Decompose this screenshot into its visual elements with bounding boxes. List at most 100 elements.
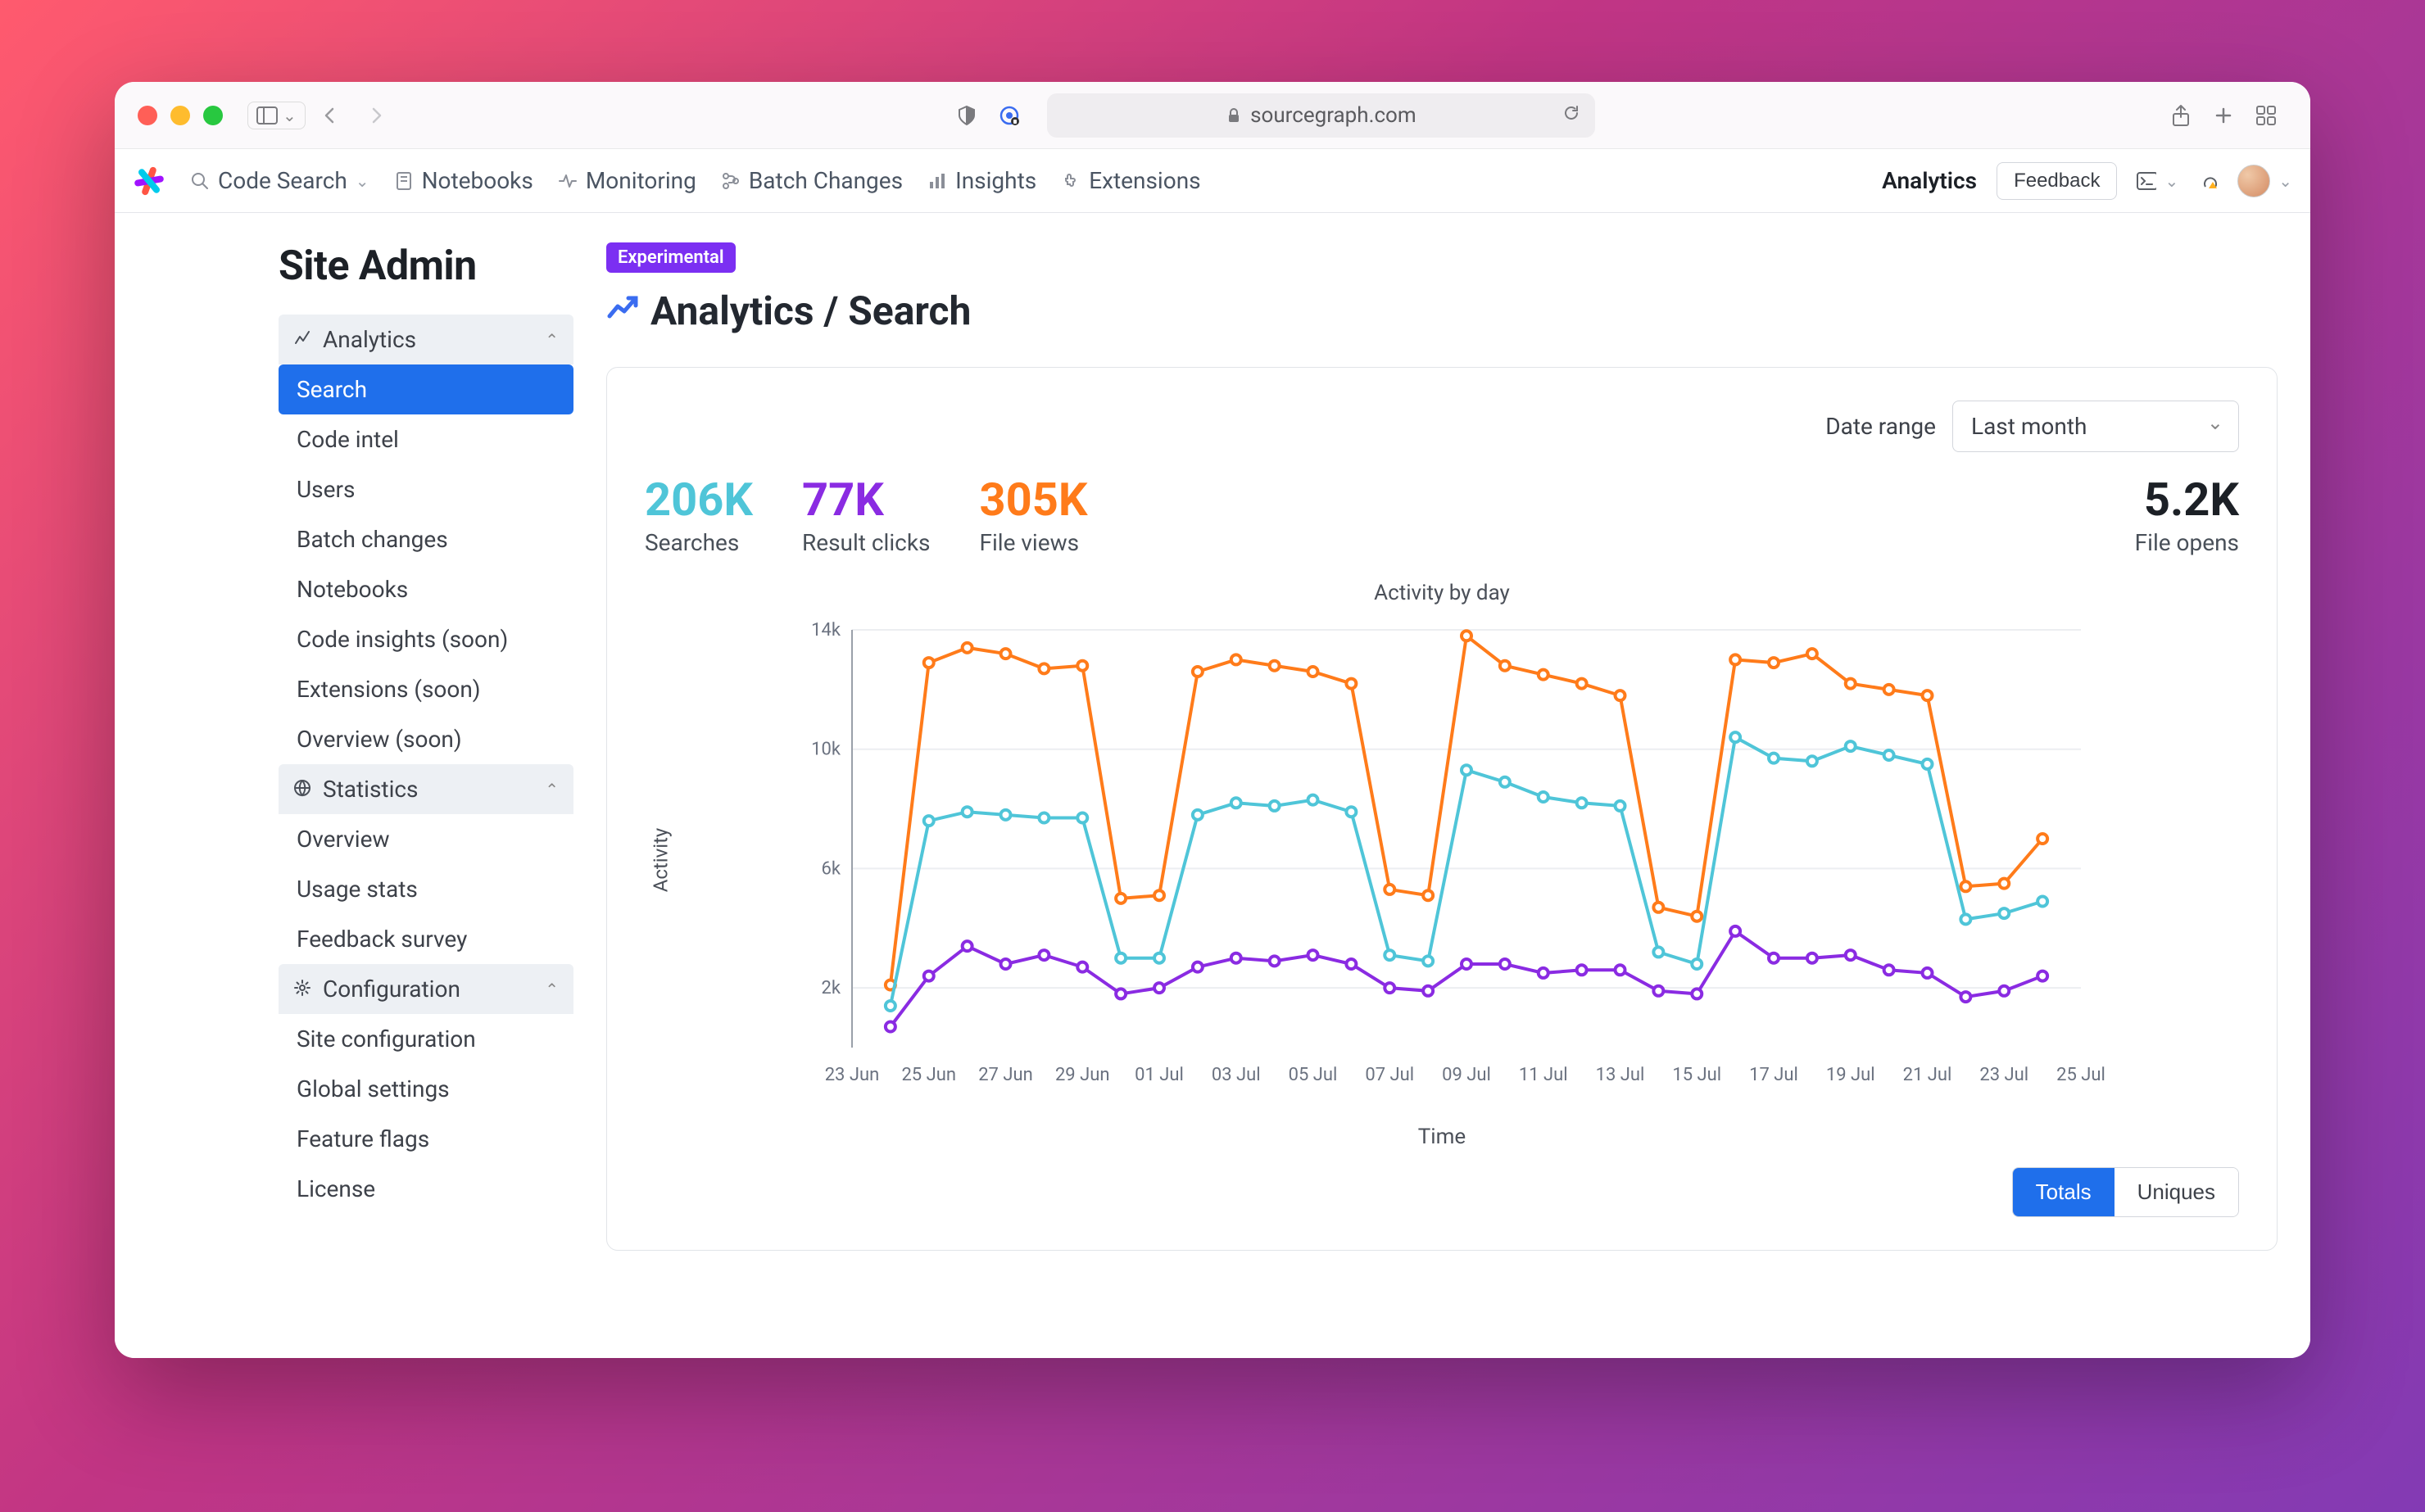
zoom-window-icon[interactable]: [203, 106, 223, 125]
sidebar-section-configuration[interactable]: Configuration⌃: [279, 964, 573, 1014]
main-content: Experimental Analytics / Search Date ran…: [573, 213, 2310, 1358]
new-tab-icon[interactable]: [2209, 101, 2238, 130]
sidebar-item-extensions-soon-[interactable]: Extensions (soon): [279, 664, 573, 714]
nav-batch-changes[interactable]: Batch Changes: [721, 167, 903, 194]
sidebar-toggle[interactable]: ⌄: [247, 102, 306, 129]
svg-text:15 Jul: 15 Jul: [1672, 1065, 1721, 1085]
privacy-report-icon[interactable]: [995, 101, 1024, 130]
address-bar[interactable]: sourcegraph.com: [1047, 93, 1595, 138]
share-icon[interactable]: [2166, 101, 2196, 130]
svg-text:13 Jul: 13 Jul: [1596, 1065, 1645, 1085]
sidebar-item-users[interactable]: Users: [279, 464, 573, 514]
svg-text:21 Jul: 21 Jul: [1903, 1065, 1952, 1085]
sidebar-item-overview[interactable]: Overview: [279, 814, 573, 864]
user-menu[interactable]: ⌄: [2237, 165, 2292, 197]
site-admin-title: Site Admin: [279, 242, 573, 290]
svg-text:01 Jul: 01 Jul: [1135, 1065, 1184, 1085]
nav-notebooks[interactable]: Notebooks: [394, 167, 533, 194]
section-icon: [293, 976, 311, 1003]
sidebar-item-global-settings[interactable]: Global settings: [279, 1064, 573, 1114]
experimental-badge: Experimental: [606, 242, 736, 273]
cloud-status[interactable]: [2198, 171, 2218, 191]
sidebar-item-code-insights-soon-[interactable]: Code insights (soon): [279, 614, 573, 664]
svg-text:11 Jul: 11 Jul: [1519, 1065, 1568, 1085]
nav-analytics-link[interactable]: Analytics: [1882, 167, 1977, 194]
page-heading: Analytics / Search: [606, 287, 2278, 334]
x-axis-label: Time: [645, 1125, 2239, 1149]
date-range-select[interactable]: Last month: [1952, 401, 2239, 452]
chevron-down-icon: ⌄: [356, 171, 369, 191]
section-icon: [293, 776, 311, 803]
svg-text:05 Jul: 05 Jul: [1289, 1065, 1338, 1085]
reload-icon[interactable]: [1562, 103, 1580, 128]
stat-file-opens: 5.2KFile opens: [2135, 477, 2239, 556]
y-axis-label: Activity: [649, 828, 672, 893]
stat-result-clicks: 77KResult clicks: [802, 477, 930, 556]
puzzle-icon: [1061, 171, 1081, 191]
chevron-down-icon: ⌄: [2164, 171, 2178, 191]
minimize-window-icon[interactable]: [170, 106, 190, 125]
svg-text:23 Jun: 23 Jun: [825, 1065, 880, 1085]
window-controls: [138, 106, 223, 125]
analytics-card: Date range Last month 206KSearches 77KRe…: [606, 367, 2278, 1251]
cloud-warning-icon: [2198, 171, 2218, 191]
tabs-icon[interactable]: [2251, 101, 2281, 130]
svg-text:09 Jul: 09 Jul: [1442, 1065, 1491, 1085]
stat-searches: 206KSearches: [645, 477, 753, 556]
notebook-icon: [394, 171, 414, 191]
sidebar-item-overview-soon-[interactable]: Overview (soon): [279, 714, 573, 764]
svg-text:29 Jun: 29 Jun: [1055, 1065, 1110, 1085]
sidebar-item-usage-stats[interactable]: Usage stats: [279, 864, 573, 914]
svg-text:19 Jul: 19 Jul: [1826, 1065, 1875, 1085]
batch-icon: [721, 171, 741, 191]
browser-window: ⌄ sourcegraph.com Code Search⌄ Notebooks…: [115, 82, 2310, 1358]
monitor-icon: [558, 171, 578, 191]
summary-stats: 206KSearches 77KResult clicks 305KFile v…: [645, 477, 2239, 556]
uniques-button[interactable]: Uniques: [2115, 1168, 2238, 1216]
nav-extensions[interactable]: Extensions: [1061, 167, 1200, 194]
sidebar-item-feedback-survey[interactable]: Feedback survey: [279, 914, 573, 964]
svg-text:07 Jul: 07 Jul: [1365, 1065, 1414, 1085]
terminal-icon: [2137, 171, 2156, 191]
sidebar-item-notebooks[interactable]: Notebooks: [279, 564, 573, 614]
lock-icon: [1226, 107, 1242, 124]
back-button[interactable]: [315, 101, 345, 130]
trend-icon: [606, 287, 639, 334]
nav-monitoring[interactable]: Monitoring: [558, 167, 696, 194]
nav-code-search[interactable]: Code Search⌄: [190, 167, 369, 194]
date-range-label: Date range: [1825, 413, 1936, 440]
chevron-up-icon: ⌃: [545, 330, 559, 350]
terminal-menu[interactable]: ⌄: [2137, 171, 2178, 191]
sidebar: Site Admin Analytics⌃SearchCode intelUse…: [115, 213, 573, 1358]
url-host: sourcegraph.com: [1250, 103, 1416, 128]
forward-button[interactable]: [361, 101, 391, 130]
svg-text:6k: 6k: [821, 858, 841, 879]
totals-uniques-toggle: Totals Uniques: [2012, 1167, 2239, 1217]
sidebar-item-batch-changes[interactable]: Batch changes: [279, 514, 573, 564]
totals-button[interactable]: Totals: [2013, 1168, 2115, 1216]
sourcegraph-logo[interactable]: [133, 165, 165, 197]
svg-text:2k: 2k: [821, 978, 841, 998]
svg-text:17 Jul: 17 Jul: [1749, 1065, 1798, 1085]
titlebar: ⌄ sourcegraph.com: [115, 82, 2310, 149]
chevron-up-icon: ⌃: [545, 780, 559, 799]
sidebar-item-site-configuration[interactable]: Site configuration: [279, 1014, 573, 1064]
sidebar-section-statistics[interactable]: Statistics⌃: [279, 764, 573, 814]
svg-text:25 Jul: 25 Jul: [2056, 1065, 2105, 1085]
sidebar-item-license[interactable]: License: [279, 1164, 573, 1214]
sidebar-item-code-intel[interactable]: Code intel: [279, 414, 573, 464]
nav-insights[interactable]: Insights: [927, 167, 1036, 194]
activity-chart: Activity by day Activity 2k6k10k14k23 Ju…: [645, 581, 2239, 1149]
search-icon: [190, 171, 210, 191]
feedback-button[interactable]: Feedback: [1997, 162, 2117, 200]
close-window-icon[interactable]: [138, 106, 157, 125]
sidebar-item-feature-flags[interactable]: Feature flags: [279, 1114, 573, 1164]
svg-text:23 Jul: 23 Jul: [1979, 1065, 2028, 1085]
chevron-up-icon: ⌃: [545, 980, 559, 999]
sidebar-item-search[interactable]: Search: [279, 364, 573, 414]
svg-text:25 Jun: 25 Jun: [901, 1065, 956, 1085]
svg-text:14k: 14k: [811, 622, 841, 641]
sidebar-section-analytics[interactable]: Analytics⌃: [279, 315, 573, 364]
shield-icon[interactable]: [952, 101, 981, 130]
app-nav: Code Search⌄ Notebooks Monitoring Batch …: [115, 149, 2310, 213]
